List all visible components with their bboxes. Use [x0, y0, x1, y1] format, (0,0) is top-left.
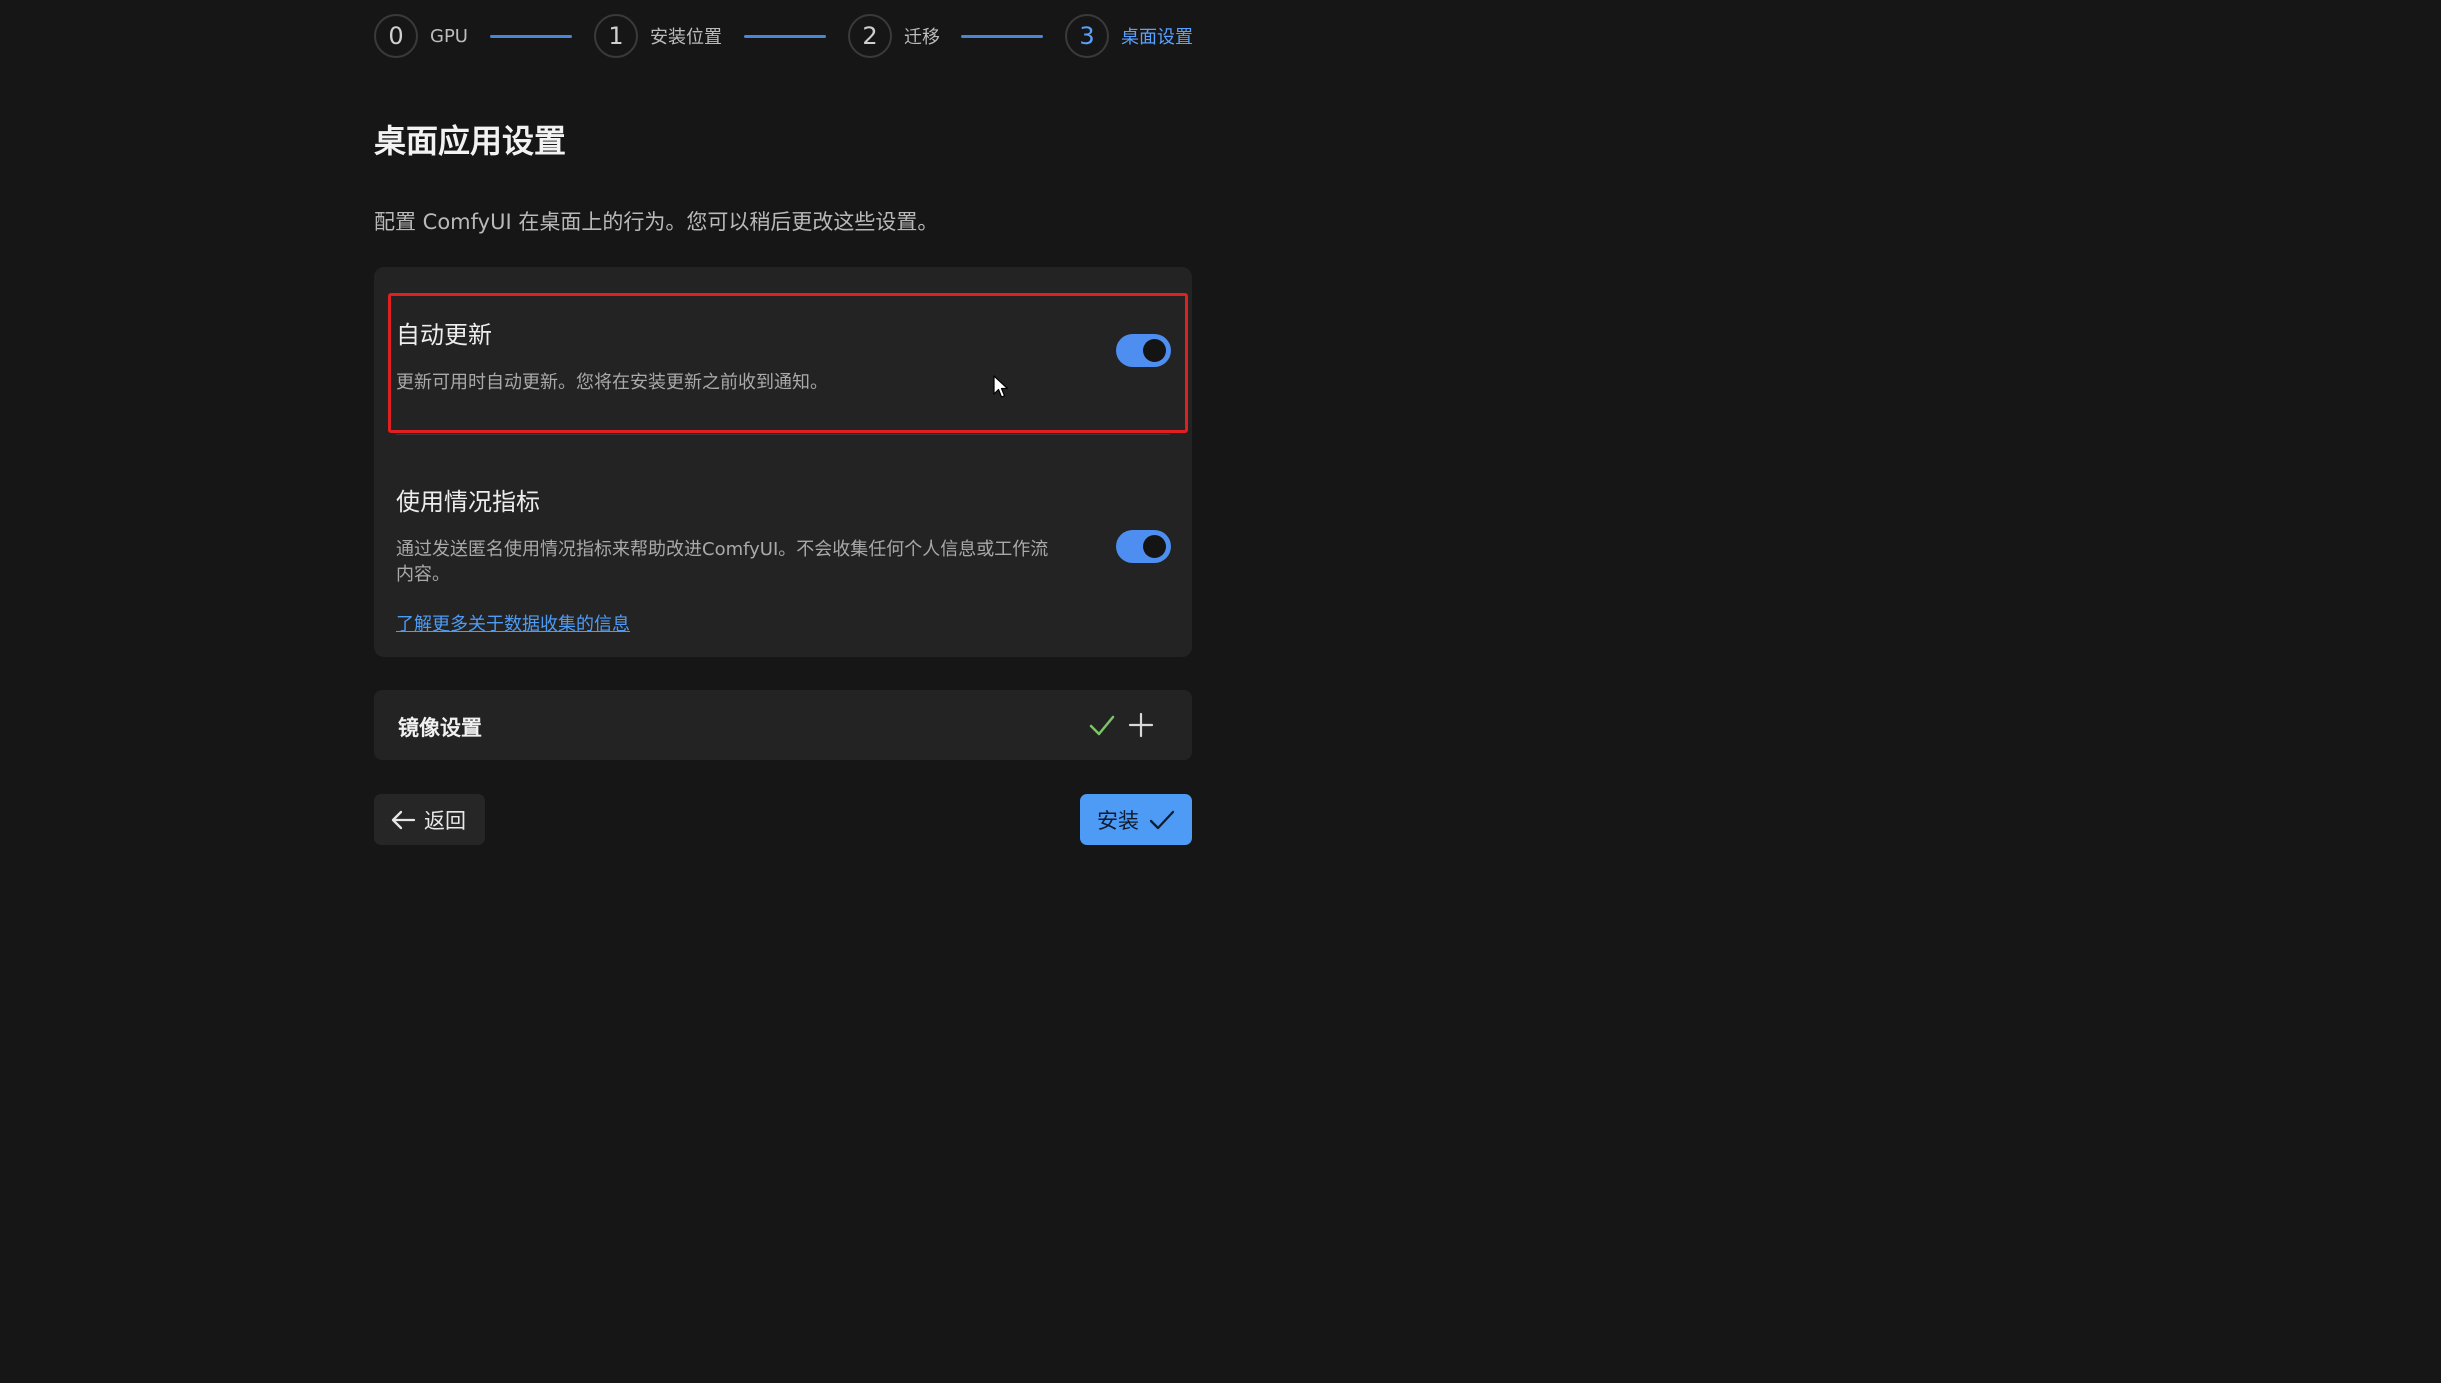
step-label: 安装位置	[650, 27, 722, 48]
install-button-label: 安装	[1097, 808, 1139, 833]
step-install-location[interactable]: 1 安装位置	[594, 14, 722, 58]
check-icon	[1088, 712, 1116, 742]
usage-metrics-title: 使用情况指标	[396, 488, 540, 516]
usage-metrics-description-line: 内容。	[396, 564, 450, 585]
usage-metrics-description: 通过发送匿名使用情况指标来帮助改进ComfyUI。不会收集任何个人信息或工作流 …	[396, 537, 1096, 587]
step-label: 桌面设置	[1121, 27, 1193, 48]
settings-divider	[396, 434, 1170, 435]
mouse-cursor-icon	[993, 375, 1009, 403]
plus-icon[interactable]	[1128, 712, 1154, 742]
usage-metrics-description-line: 通过发送匿名使用情况指标来帮助改进ComfyUI。不会收集任何个人信息或工作流	[396, 539, 1049, 560]
data-collection-link[interactable]: 了解更多关于数据收集的信息	[396, 610, 630, 636]
toggle-knob	[1143, 535, 1166, 558]
step-label: 迁移	[904, 27, 940, 48]
stepper: 0 GPU 1 安装位置 2 迁移 3 桌面设置	[374, 14, 1194, 60]
install-button[interactable]: 安装	[1080, 794, 1192, 845]
step-number: 0	[374, 14, 418, 58]
page-title: 桌面应用设置	[374, 122, 567, 160]
step-connector	[961, 35, 1043, 38]
step-connector	[490, 35, 572, 38]
step-gpu[interactable]: 0 GPU	[374, 14, 468, 58]
usage-metrics-toggle[interactable]	[1116, 530, 1171, 563]
check-icon	[1149, 809, 1175, 831]
step-number: 1	[594, 14, 638, 58]
step-desktop-settings[interactable]: 3 桌面设置	[1065, 14, 1193, 58]
step-migration[interactable]: 2 迁移	[848, 14, 940, 58]
mirror-settings-title: 镜像设置	[398, 716, 482, 740]
step-connector	[744, 35, 826, 38]
page-subtitle: 配置 ComfyUI 在桌面上的行为。您可以稍后更改这些设置。	[374, 210, 939, 234]
mirror-settings-panel[interactable]: 镜像设置	[374, 690, 1192, 760]
back-button-label: 返回	[424, 808, 466, 833]
step-number: 2	[848, 14, 892, 58]
back-button[interactable]: 返回	[374, 794, 485, 845]
arrow-left-icon	[390, 809, 416, 831]
step-number: 3	[1065, 14, 1109, 58]
step-label: GPU	[430, 25, 468, 47]
highlight-box	[388, 293, 1188, 433]
